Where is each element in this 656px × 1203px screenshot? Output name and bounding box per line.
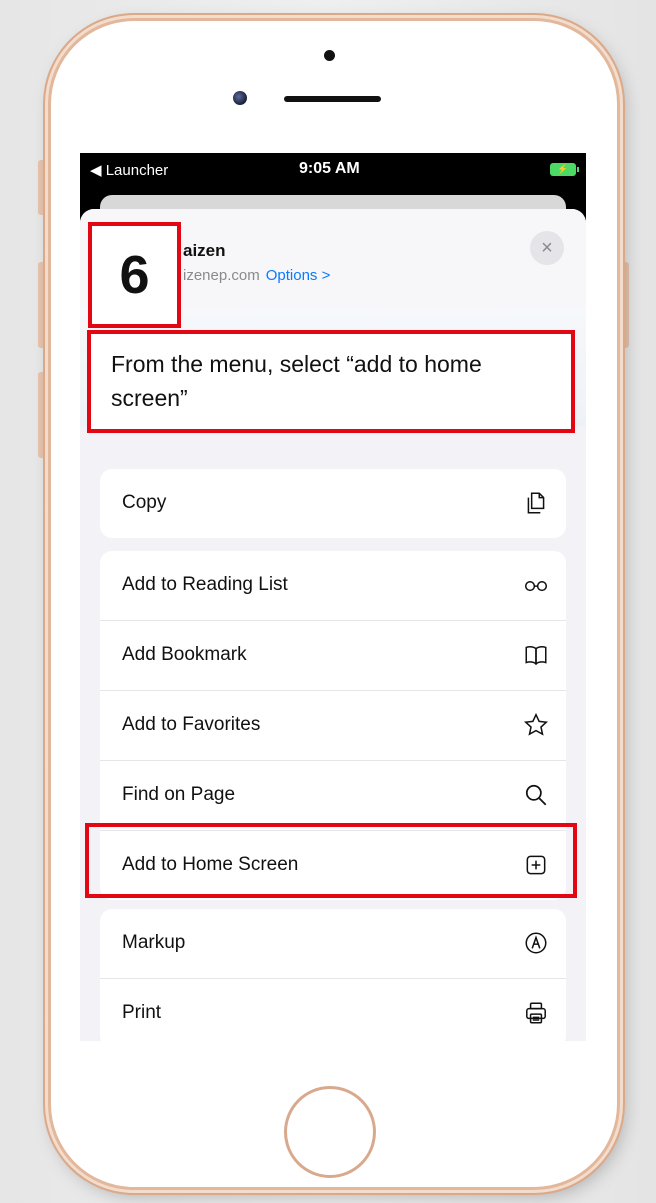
action-label: Add to Favorites [122, 714, 261, 735]
markup-icon [520, 925, 552, 961]
front-camera [233, 91, 247, 105]
action-group-copy: Copy [100, 469, 566, 538]
book-icon [520, 637, 552, 673]
action-label: Find on Page [122, 784, 236, 805]
action-print[interactable]: Print [100, 979, 566, 1041]
power-button [619, 262, 629, 348]
proximity-sensor [324, 50, 335, 61]
back-to-launcher[interactable]: ◀ Launcher [90, 161, 168, 179]
action-label: Copy [122, 492, 167, 513]
status-time: 9:05 AM [299, 160, 360, 177]
options-link[interactable]: Options > [266, 267, 331, 284]
volume-up-button [38, 262, 48, 348]
star-icon [520, 707, 552, 743]
status-bar: ◀ Launcher 9:05 AM ⚡ [80, 153, 586, 187]
step-number-badge: 6 [88, 222, 181, 328]
action-add-to-favorites[interactable]: Add to Favorites [100, 691, 566, 761]
action-group-markup: Markup Print [100, 909, 566, 1041]
mute-switch [38, 160, 48, 215]
printer-icon [520, 995, 552, 1031]
action-markup[interactable]: Markup [100, 909, 566, 979]
close-icon: × [541, 237, 553, 259]
copy-icon [520, 485, 552, 521]
action-label: Print [122, 1002, 162, 1023]
earpiece-speaker [284, 96, 381, 102]
action-label: Markup [122, 932, 186, 953]
volume-down-button [38, 372, 48, 458]
battery-charging-icon: ⚡ [550, 163, 579, 176]
glasses-icon [520, 567, 552, 603]
action-label: Add Bookmark [122, 644, 247, 665]
action-copy[interactable]: Copy [100, 469, 566, 538]
site-url-line: izenep.com Options > [183, 267, 330, 284]
action-add-to-reading-list[interactable]: Add to Reading List [100, 551, 566, 621]
add-to-home-screen-highlight [85, 823, 577, 898]
search-icon [520, 777, 552, 813]
home-button[interactable] [284, 1086, 376, 1178]
action-find-on-page[interactable]: Find on Page [100, 761, 566, 831]
site-title: aizen [183, 241, 226, 260]
action-add-bookmark[interactable]: Add Bookmark [100, 621, 566, 691]
close-button[interactable]: × [530, 231, 564, 265]
action-label: Add to Reading List [122, 574, 288, 595]
instruction-callout: From the menu, select “add to home scree… [87, 330, 575, 433]
site-url: izenep.com [183, 267, 260, 284]
